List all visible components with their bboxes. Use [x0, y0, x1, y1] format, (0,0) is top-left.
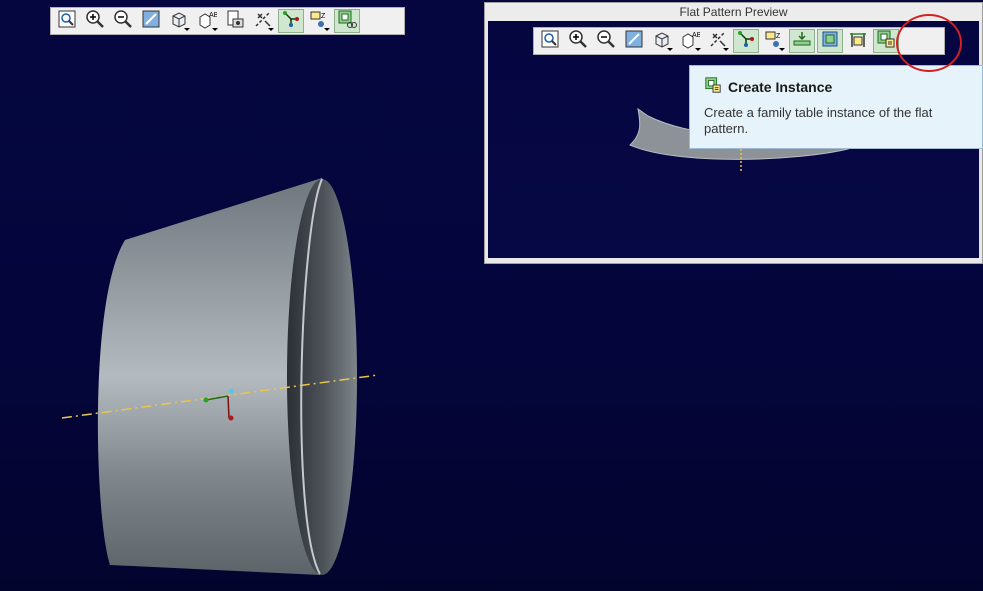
refit-icon	[540, 29, 560, 54]
preview-sketch-point-button[interactable]	[733, 29, 759, 53]
refit-button[interactable]	[54, 9, 80, 33]
refit-icon	[57, 9, 77, 34]
flat-pattern-button[interactable]	[817, 29, 843, 53]
saved-orientations-button[interactable]	[222, 9, 248, 33]
zoom-in-icon	[85, 9, 105, 34]
highlight-circle	[896, 14, 962, 72]
zoom-out-icon	[113, 9, 133, 34]
zoom-out-button[interactable]	[110, 9, 136, 33]
preview-refit-button[interactable]	[537, 29, 563, 53]
spin-center-button[interactable]: Z	[306, 9, 332, 33]
flat-pattern-icon	[820, 29, 840, 54]
flat-pattern-preview-icon	[337, 9, 357, 34]
sketch-point-icon	[281, 9, 301, 34]
preview-named-views-button[interactable]: AB	[677, 29, 703, 53]
sketch-point-icon	[736, 29, 756, 54]
main-view-toolbar: AB Z	[50, 7, 405, 35]
preview-display-style-button[interactable]	[649, 29, 675, 53]
flat-state-icon	[792, 29, 812, 54]
svg-text:AB: AB	[209, 12, 217, 19]
zoom-out-icon	[596, 29, 616, 54]
named-views-button[interactable]: AB	[194, 9, 220, 33]
flat-pattern-preview-button[interactable]	[334, 9, 360, 33]
flat-state-button[interactable]	[789, 29, 815, 53]
create-instance-tooltip: Create Instance Create a family table in…	[689, 65, 983, 149]
zoom-in-icon	[568, 29, 588, 54]
preview-zoom-in-button[interactable]	[565, 29, 591, 53]
create-instance-icon	[876, 29, 896, 54]
preview-repaint-button[interactable]	[621, 29, 647, 53]
display-style-button[interactable]	[166, 9, 192, 33]
svg-text:Z: Z	[321, 13, 326, 20]
tooltip-title-row: Create Instance	[704, 76, 968, 97]
svg-text:AB: AB	[692, 32, 700, 39]
datum-display-button[interactable]	[250, 9, 276, 33]
tooltip-title: Create Instance	[728, 78, 833, 95]
svg-text:Z: Z	[776, 33, 781, 40]
sketch-point-button[interactable]	[278, 9, 304, 33]
preview-zoom-out-button[interactable]	[593, 29, 619, 53]
repaint-button[interactable]	[138, 9, 164, 33]
preview-toolbar: AB Z	[533, 27, 945, 55]
saved-orientations-icon	[225, 9, 245, 34]
preview-spin-center-button[interactable]: Z	[761, 29, 787, 53]
tooltip-description: Create a family table instance of the fl…	[704, 105, 933, 136]
cone-opening	[287, 179, 357, 575]
preview-window-title: Flat Pattern Preview	[485, 3, 982, 21]
preview-datum-display-button[interactable]	[705, 29, 731, 53]
create-instance-icon	[704, 76, 722, 97]
measure-icon	[848, 29, 868, 54]
zoom-in-button[interactable]	[82, 9, 108, 33]
repaint-icon	[624, 29, 644, 54]
repaint-icon	[141, 9, 161, 34]
measure-button[interactable]	[845, 29, 871, 53]
